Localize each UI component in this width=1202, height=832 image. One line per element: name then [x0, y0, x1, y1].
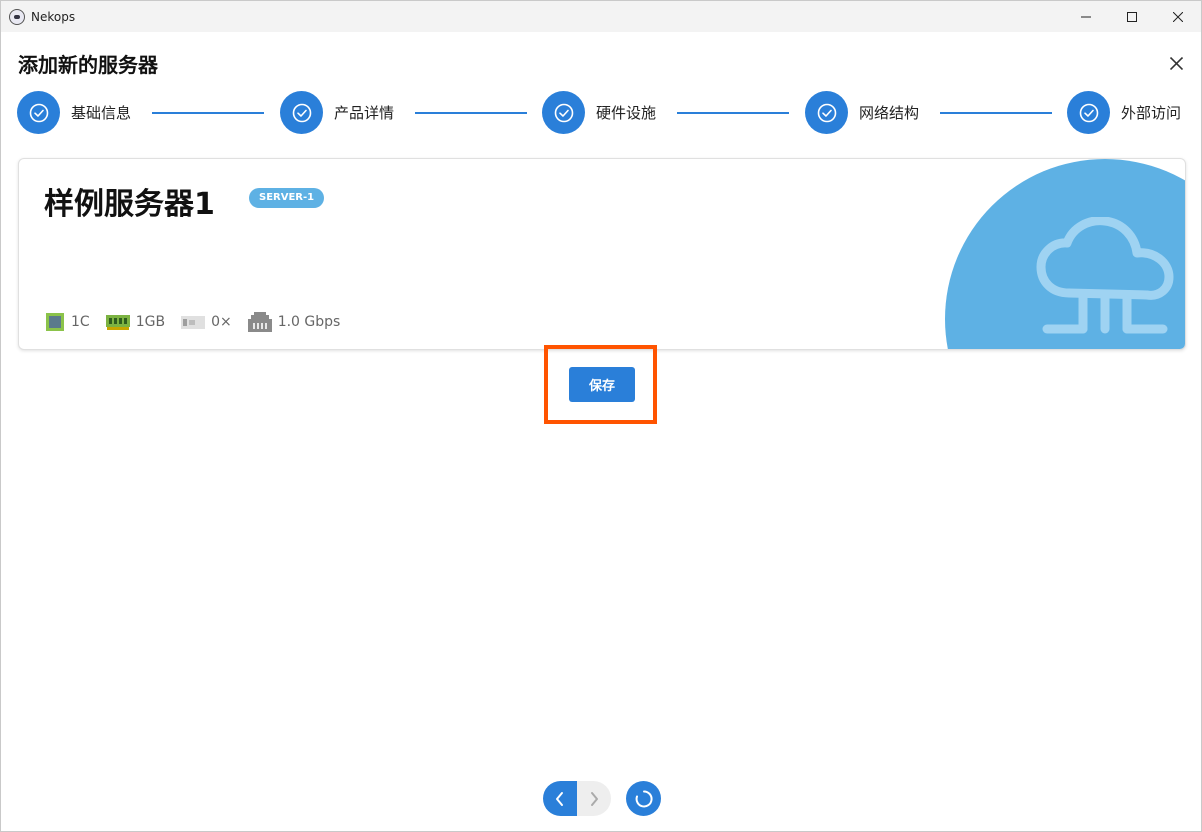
maximize-button[interactable]	[1109, 1, 1155, 32]
step-check-icon	[17, 91, 60, 134]
title-bar: Nekops	[1, 1, 1201, 32]
ethernet-port-icon	[247, 312, 272, 332]
disk-icon	[181, 316, 206, 329]
step-connector	[152, 112, 264, 114]
step-hardware: 硬件设施	[542, 91, 656, 134]
spec-network: 1.0 Gbps	[247, 312, 341, 332]
next-step-button[interactable]	[577, 781, 611, 816]
server-specs: 1C 1GB 0× 1.0 Gbps	[45, 312, 356, 332]
spec-cpu: 1C	[45, 312, 90, 332]
server-code-badge: SERVER-1	[249, 188, 325, 208]
minimize-button[interactable]	[1063, 1, 1109, 32]
step-nav	[543, 781, 611, 816]
window-controls	[1063, 1, 1201, 32]
window-title: Nekops	[31, 9, 76, 24]
dialog-close-button[interactable]	[1165, 52, 1187, 74]
spec-cpu-value: 1C	[71, 314, 90, 330]
reset-button[interactable]	[626, 781, 661, 816]
app-window: Nekops 添加新的服务器 基础信息 产品详情 硬件设施 网络结构 外部访问 …	[0, 0, 1202, 832]
server-card: 样例服务器1 SERVER-1 1C 1GB 0× 1.0 Gbps	[18, 158, 1186, 350]
step-connector	[940, 112, 1052, 114]
step-product-details: 产品详情	[280, 91, 394, 134]
save-button[interactable]: 保存	[569, 367, 635, 402]
step-external-access: 外部访问	[1067, 91, 1181, 134]
chevron-left-icon	[556, 791, 563, 806]
dialog-title: 添加新的服务器	[18, 53, 158, 77]
chevron-right-icon	[591, 791, 598, 806]
step-network: 网络结构	[805, 91, 919, 134]
step-label: 产品详情	[334, 104, 395, 122]
close-icon	[1173, 11, 1183, 22]
memory-icon	[105, 315, 130, 330]
cloud-network-icon	[1036, 217, 1174, 334]
close-icon	[1169, 56, 1183, 70]
step-connector	[677, 112, 789, 114]
step-label: 基础信息	[71, 104, 132, 122]
minimize-icon	[1081, 16, 1091, 17]
step-label: 外部访问	[1121, 104, 1182, 122]
step-check-icon	[1067, 91, 1110, 134]
close-window-button[interactable]	[1155, 1, 1201, 32]
server-name: 样例服务器1	[44, 187, 215, 222]
step-connector	[415, 112, 527, 114]
previous-step-button[interactable]	[543, 781, 577, 816]
spec-network-value: 1.0 Gbps	[277, 314, 341, 330]
step-check-icon	[805, 91, 848, 134]
cpu-icon	[46, 313, 64, 331]
step-check-icon	[542, 91, 585, 134]
step-label: 硬件设施	[596, 104, 657, 122]
spec-memory-value: 1GB	[135, 314, 166, 330]
app-logo-icon	[9, 8, 25, 25]
maximize-icon	[1127, 11, 1137, 22]
spec-disk: 0×	[181, 314, 232, 330]
spec-disk-value: 0×	[211, 314, 232, 330]
step-basic-info: 基础信息	[17, 91, 131, 134]
step-label: 网络结构	[859, 104, 920, 122]
step-check-icon	[280, 91, 323, 134]
refresh-icon	[635, 789, 653, 807]
spec-memory: 1GB	[105, 313, 166, 331]
